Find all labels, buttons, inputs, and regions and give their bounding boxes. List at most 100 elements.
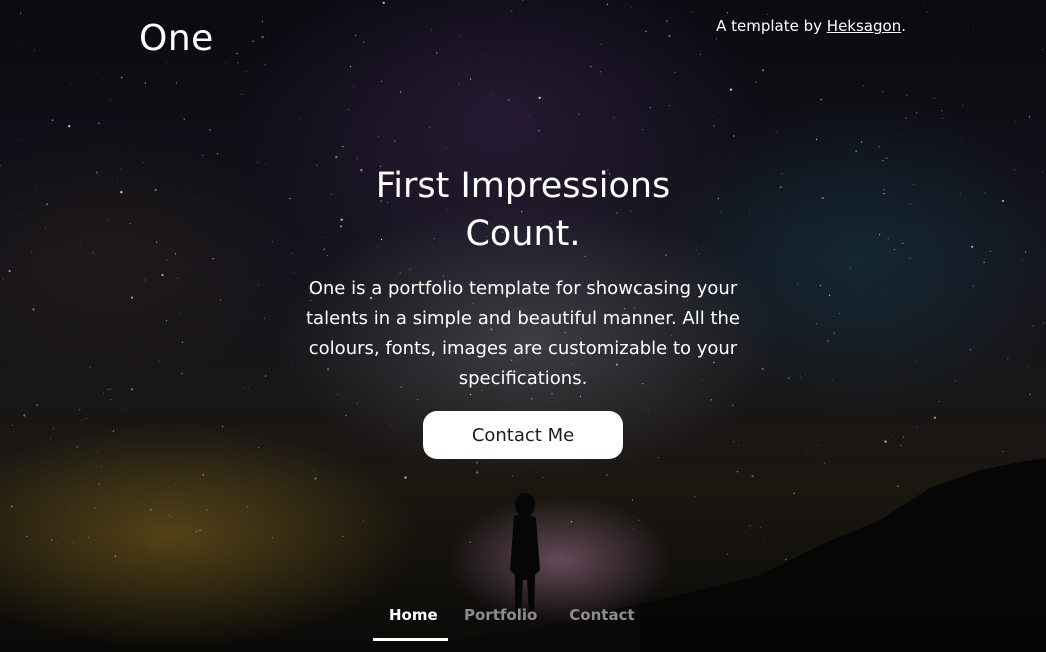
- star: [815, 138, 818, 141]
- star: [3, 278, 4, 280]
- star: [89, 366, 91, 368]
- star: [855, 150, 858, 153]
- star: [797, 283, 799, 285]
- star: [356, 158, 358, 160]
- star: [933, 416, 937, 419]
- star: [292, 337, 294, 338]
- star: [879, 234, 881, 236]
- star: [294, 272, 296, 273]
- star: [107, 388, 109, 390]
- star: [469, 541, 471, 543]
- star: [94, 507, 96, 509]
- star: [17, 214, 19, 216]
- star: [428, 126, 430, 128]
- star: [377, 135, 379, 137]
- star: [154, 188, 157, 191]
- nav-item-home[interactable]: Home: [373, 600, 448, 641]
- star: [938, 400, 940, 402]
- star: [892, 357, 894, 359]
- star: [615, 4, 616, 5]
- star: [511, 475, 513, 477]
- star: [973, 28, 975, 30]
- star: [776, 131, 777, 132]
- star: [120, 191, 123, 194]
- star: [906, 94, 908, 96]
- star: [853, 4, 855, 6]
- star: [431, 29, 432, 31]
- star: [2, 300, 3, 301]
- star: [1028, 116, 1031, 118]
- star: [252, 317, 253, 319]
- star: [674, 71, 676, 73]
- star: [197, 468, 199, 470]
- star: [85, 418, 87, 419]
- star: [258, 447, 260, 448]
- star: [570, 521, 573, 523]
- star: [781, 173, 783, 175]
- nav-item-contact[interactable]: Contact: [553, 600, 650, 636]
- star: [882, 91, 884, 93]
- star: [729, 88, 733, 91]
- star: [941, 110, 943, 112]
- contact-me-button[interactable]: Contact Me: [423, 411, 623, 459]
- star: [1042, 171, 1044, 173]
- star: [902, 436, 904, 438]
- star: [348, 108, 349, 110]
- star: [606, 474, 608, 476]
- star: [726, 12, 729, 14]
- star: [144, 82, 146, 84]
- star: [779, 186, 782, 189]
- star: [614, 517, 616, 518]
- star: [278, 119, 280, 121]
- star: [242, 387, 244, 388]
- template-credit: A template by Heksagon.: [716, 16, 906, 36]
- star: [668, 34, 671, 38]
- star: [11, 505, 13, 507]
- star: [181, 372, 183, 374]
- star: [21, 140, 23, 141]
- star: [863, 85, 865, 87]
- star: [819, 284, 822, 286]
- site-logo[interactable]: One: [139, 17, 214, 61]
- hero-content: First Impressions Count. One is a portfo…: [298, 162, 748, 459]
- star: [807, 325, 809, 327]
- star: [638, 519, 640, 521]
- star: [970, 348, 972, 351]
- star: [606, 3, 609, 5]
- star: [755, 81, 757, 83]
- star: [538, 96, 541, 99]
- star: [850, 266, 851, 268]
- star: [166, 259, 168, 261]
- nav-item-portfolio[interactable]: Portfolio: [448, 600, 553, 636]
- star: [380, 80, 383, 82]
- star: [362, 520, 364, 522]
- star: [891, 436, 893, 437]
- star: [578, 113, 580, 115]
- star: [241, 94, 243, 95]
- star: [8, 269, 11, 273]
- star: [785, 558, 787, 561]
- star: [632, 528, 634, 530]
- star: [436, 52, 438, 54]
- star: [542, 476, 544, 478]
- star: [355, 34, 357, 36]
- star: [314, 477, 317, 480]
- heksagon-link[interactable]: Heksagon: [827, 17, 901, 35]
- star: [922, 1, 924, 3]
- star: [0, 165, 1, 167]
- star: [47, 475, 49, 477]
- star: [246, 506, 248, 508]
- star: [821, 196, 824, 200]
- star: [32, 308, 35, 311]
- star: [80, 420, 82, 422]
- star: [92, 251, 94, 253]
- star: [72, 541, 74, 543]
- star: [114, 555, 116, 557]
- star: [955, 380, 956, 382]
- star: [26, 535, 28, 538]
- star: [36, 189, 37, 191]
- star: [400, 91, 402, 93]
- star: [916, 112, 918, 114]
- star: [45, 228, 47, 229]
- star: [1024, 251, 1026, 253]
